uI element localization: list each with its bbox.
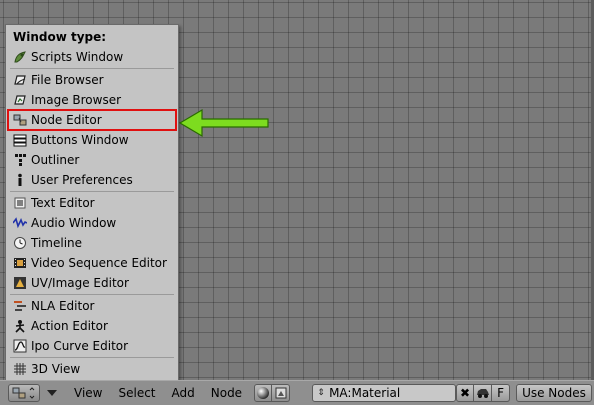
- menu-item-label: Action Editor: [31, 319, 108, 333]
- menu-item-outliner[interactable]: Outliner: [6, 150, 178, 170]
- menu-item-label: NLA Editor: [31, 299, 95, 313]
- green-arrow-icon: [178, 108, 269, 138]
- car-icon: [476, 389, 489, 398]
- menu-item-audio-window[interactable]: Audio Window: [6, 213, 178, 233]
- image-browser-icon: [13, 93, 27, 107]
- menu-item-nla-editor[interactable]: NLA Editor: [6, 296, 178, 316]
- ipo-curve-icon: [13, 339, 27, 353]
- menu-item-video-sequence-editor[interactable]: Video Sequence Editor: [6, 253, 178, 273]
- menu-item-label: Text Editor: [31, 196, 95, 210]
- menu-separator: [10, 294, 174, 295]
- image-icon: [275, 387, 287, 399]
- outliner-icon: [13, 153, 27, 167]
- menu-item-3d-view[interactable]: 3D View: [6, 359, 178, 379]
- fake-user-button[interactable]: [474, 384, 493, 402]
- menu-item-text-editor[interactable]: Text Editor: [6, 193, 178, 213]
- use-nodes-button[interactable]: Use Nodes: [516, 384, 592, 402]
- menu-separator: [10, 191, 174, 192]
- menu-item-label: Scripts Window: [31, 50, 124, 64]
- collapse-menus-button[interactable]: [44, 384, 60, 402]
- nla-icon: [13, 299, 27, 313]
- menu-item-label: Ipo Curve Editor: [31, 339, 129, 353]
- menu-select[interactable]: Select: [110, 386, 163, 400]
- menu-item-label: Node Editor: [31, 113, 102, 127]
- menu-item-uv-image-editor[interactable]: UV/Image Editor: [6, 273, 178, 293]
- unlink-material-button[interactable]: ✖: [456, 384, 475, 402]
- menu-item-label: Outliner: [31, 153, 80, 167]
- menu-item-action-editor[interactable]: Action Editor: [6, 316, 178, 336]
- material-browse-field[interactable]: ⇕ MA:Material: [312, 384, 457, 402]
- menu-node[interactable]: Node: [203, 386, 250, 400]
- file-browser-icon: [13, 73, 27, 87]
- node-editor-icon: [12, 387, 35, 399]
- audio-wave-icon: [13, 216, 27, 230]
- menu-item-file-browser[interactable]: File Browser: [6, 70, 178, 90]
- action-icon: [13, 319, 27, 333]
- menu-item-label: Video Sequence Editor: [31, 256, 167, 270]
- uv-image-icon: [13, 276, 27, 290]
- text-editor-icon: [13, 196, 27, 210]
- menu-item-label: File Browser: [31, 73, 104, 87]
- menu-item-timeline[interactable]: Timeline: [6, 233, 178, 253]
- film-icon: [13, 256, 27, 270]
- menu-separator: [10, 68, 174, 69]
- menu-item-user-preferences[interactable]: User Preferences: [6, 170, 178, 190]
- menu-item-buttons-window[interactable]: Buttons Window: [6, 130, 178, 150]
- triangle-down-icon: [47, 390, 57, 396]
- header-bar: View Select Add Node ⇕ MA:Material ✖ F U…: [0, 380, 594, 405]
- buttons-window-icon: [13, 133, 27, 147]
- menu-item-label: Timeline: [31, 236, 83, 250]
- menu-item-label: Image Browser: [31, 93, 122, 107]
- composite-nodes-button[interactable]: [272, 384, 291, 402]
- material-name: MA:Material: [329, 386, 401, 400]
- close-icon: ✖: [460, 386, 471, 400]
- menu-item-ipo-curve-editor[interactable]: Ipo Curve Editor: [6, 336, 178, 356]
- menu-add[interactable]: Add: [164, 386, 203, 400]
- sphere-icon: [257, 387, 270, 399]
- menu-title: Window type:: [13, 30, 107, 44]
- menu-item-node-editor[interactable]: Node Editor: [7, 109, 177, 131]
- menu-view[interactable]: View: [66, 386, 110, 400]
- menu-item-label: Buttons Window: [31, 133, 129, 147]
- menu-item-label: 3D View: [31, 362, 81, 376]
- clock-icon: [13, 236, 27, 250]
- node-editor-icon: [13, 113, 27, 127]
- info-icon: [13, 173, 27, 187]
- menu-separator: [10, 357, 174, 358]
- material-nodes-button[interactable]: [254, 384, 273, 402]
- menu-item-label: UV/Image Editor: [31, 276, 129, 290]
- menu-item-label: Audio Window: [31, 216, 117, 230]
- f-button[interactable]: F: [492, 384, 511, 402]
- grid-icon: [13, 362, 27, 376]
- window-type-button[interactable]: [8, 384, 40, 402]
- up-down-icon: ⇕: [317, 388, 325, 398]
- menu-item-label: User Preferences: [31, 173, 133, 187]
- menu-item-image-browser[interactable]: Image Browser: [6, 90, 178, 110]
- scripts-icon: [13, 50, 27, 64]
- menu-item-scripts-window[interactable]: Scripts Window: [6, 47, 178, 67]
- window-type-menu: Window type: Scripts Window File Browser…: [5, 24, 179, 382]
